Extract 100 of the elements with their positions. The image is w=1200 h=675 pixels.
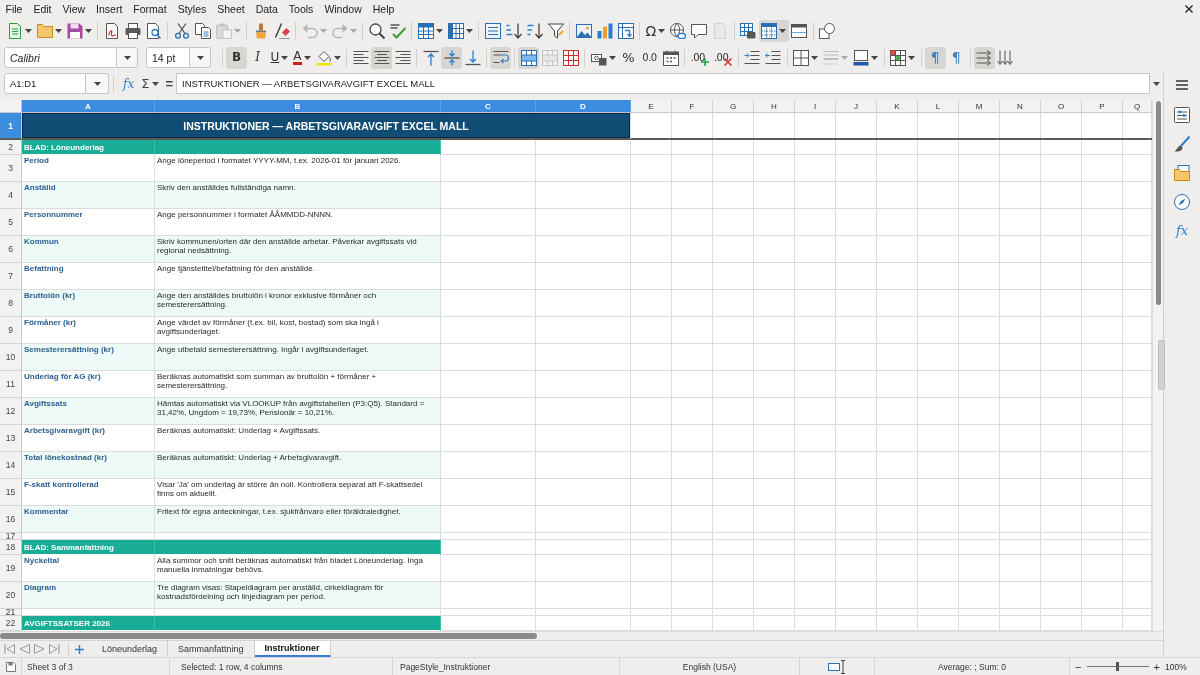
scrollbar-thumb[interactable] xyxy=(0,633,537,639)
row-header[interactable]: 14 xyxy=(0,452,22,479)
bold-button[interactable]: B xyxy=(226,46,247,69)
row-header[interactable]: 19 xyxy=(0,555,22,582)
special-character-button[interactable]: Ω xyxy=(643,20,668,42)
italic-button[interactable]: I xyxy=(247,46,268,69)
number-format-button[interactable]: 0.0 xyxy=(639,46,660,69)
delete-decimal-button[interactable]: .00 xyxy=(711,46,735,69)
menu-icon[interactable] xyxy=(1176,80,1188,90)
formula-button[interactable]: = xyxy=(165,76,174,91)
find-replace-button[interactable] xyxy=(366,20,387,42)
dropdown-button[interactable] xyxy=(190,47,211,68)
hyperlink-button[interactable] xyxy=(667,20,689,42)
autofilter-button[interactable] xyxy=(545,20,566,42)
row-header[interactable]: 22 xyxy=(0,616,22,631)
sort-button[interactable] xyxy=(482,20,503,42)
row-header[interactable]: 13 xyxy=(0,425,22,452)
paintbrush-icon[interactable] xyxy=(1174,136,1190,152)
row-header[interactable]: 11 xyxy=(0,371,22,398)
column-header[interactable]: I xyxy=(795,100,836,113)
menu-item[interactable]: Edit xyxy=(27,2,57,16)
row-header[interactable]: 15 xyxy=(0,479,22,506)
align-center-button[interactable] xyxy=(371,46,392,69)
menu-item[interactable]: Insert xyxy=(90,2,128,16)
dropdown-button[interactable] xyxy=(117,47,138,68)
zoom-in-button[interactable]: + xyxy=(1151,660,1162,673)
menu-item[interactable]: Help xyxy=(367,2,400,16)
column-header[interactable]: F xyxy=(672,100,713,113)
function-wizard-button[interactable]: fx xyxy=(123,76,135,91)
font-name-field[interactable]: Calibri xyxy=(4,47,117,68)
menu-item[interactable]: Format xyxy=(127,2,173,16)
sidebar-handle[interactable] xyxy=(1158,340,1165,390)
column-header[interactable]: M xyxy=(959,100,1000,113)
sheet-tab[interactable]: Sammanfattning xyxy=(168,641,255,657)
row-header[interactable]: 16 xyxy=(0,506,22,533)
column-header[interactable]: E xyxy=(631,100,672,113)
functions-button[interactable]: fx xyxy=(1175,223,1189,239)
column-header[interactable]: Q xyxy=(1123,100,1152,113)
vertical-scrollbar[interactable] xyxy=(1152,100,1163,631)
column-header[interactable]: N xyxy=(1000,100,1041,113)
row-header[interactable]: 10 xyxy=(0,344,22,371)
wrap-text-button[interactable] xyxy=(490,46,511,69)
menu-item[interactable]: Window xyxy=(318,2,368,16)
menu-item[interactable]: Sheet xyxy=(211,2,251,16)
pivot-table-button[interactable] xyxy=(615,20,636,42)
print-button[interactable] xyxy=(122,20,143,42)
freeze-button[interactable] xyxy=(758,20,789,42)
compass-icon[interactable] xyxy=(1174,194,1190,210)
sliders-window-icon[interactable] xyxy=(1174,107,1190,123)
menu-item[interactable]: File xyxy=(0,2,28,16)
column-header[interactable]: P xyxy=(1082,100,1123,113)
column-button[interactable] xyxy=(445,20,475,42)
horizontal-scrollbar[interactable] xyxy=(0,631,1163,640)
add-decimal-button[interactable]: .00 xyxy=(688,46,712,69)
menu-item[interactable]: View xyxy=(57,2,91,16)
shapes-button[interactable] xyxy=(816,20,838,42)
row-header[interactable]: 12 xyxy=(0,398,22,425)
align-middle-button[interactable] xyxy=(441,46,462,69)
row-header[interactable]: 18 xyxy=(0,540,22,555)
sheet-tab[interactable]: Instruktioner xyxy=(254,641,331,657)
merge-center-button[interactable] xyxy=(518,46,539,69)
rectangle-cursor-icon[interactable] xyxy=(828,659,846,674)
row-header[interactable]: 8 xyxy=(0,290,22,317)
percent-format-button[interactable]: % xyxy=(618,46,639,69)
row-header[interactable]: 20 xyxy=(0,582,22,609)
row-header[interactable]: 9 xyxy=(0,317,22,344)
row-header[interactable]: 4 xyxy=(0,182,22,209)
column-header[interactable]: L xyxy=(918,100,959,113)
zoom-out-button[interactable]: − xyxy=(1073,660,1084,673)
column-header[interactable]: K xyxy=(877,100,918,113)
row-header[interactable]: 6 xyxy=(0,236,22,263)
menu-item[interactable]: Styles xyxy=(172,2,212,16)
dropdown-button[interactable] xyxy=(86,73,109,94)
row-button[interactable] xyxy=(415,20,445,42)
font-size-field[interactable]: 14 pt xyxy=(146,47,190,68)
row-header[interactable]: 2 xyxy=(0,140,22,155)
formula-input[interactable]: INSTRUKTIONER — ARBETSGIVARAVGIFT EXCEL MALL xyxy=(176,73,1150,94)
column-header[interactable]: J xyxy=(836,100,877,113)
underline-button[interactable]: U xyxy=(268,46,291,69)
sum-button[interactable]: Σ xyxy=(139,73,162,94)
plus-icon[interactable] xyxy=(75,644,84,654)
font-color-button[interactable]: A xyxy=(290,46,313,69)
zoom-slider-thumb[interactable] xyxy=(1116,662,1119,671)
row-header[interactable]: 3 xyxy=(0,155,22,182)
image-folder-icon[interactable] xyxy=(1174,165,1190,181)
row-header[interactable]: 5 xyxy=(0,209,22,236)
column-header[interactable]: O xyxy=(1041,100,1082,113)
column-header[interactable]: G xyxy=(713,100,754,113)
scrollbar-thumb[interactable] xyxy=(1155,101,1161,305)
close-icon[interactable] xyxy=(1185,5,1193,13)
menu-item[interactable]: Data xyxy=(250,2,284,16)
copy-button[interactable] xyxy=(192,20,213,42)
menu-item[interactable]: Tools xyxy=(283,2,319,16)
print-area-button[interactable] xyxy=(737,20,759,42)
row-header[interactable]: 7 xyxy=(0,263,22,290)
column-header[interactable]: H xyxy=(754,100,795,113)
text-direction-button[interactable] xyxy=(973,46,995,69)
right-to-left-button[interactable]: ¶ xyxy=(945,46,967,69)
name-box[interactable]: A1:D1 xyxy=(4,73,86,94)
sheet-tab[interactable]: Löneunderlag xyxy=(92,641,169,657)
